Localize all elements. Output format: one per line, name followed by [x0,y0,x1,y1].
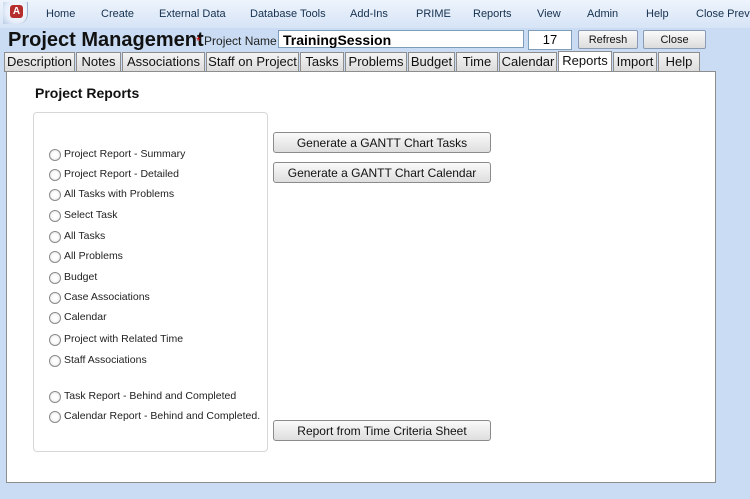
required-marker: * [196,34,201,48]
close-button[interactable]: Close [643,30,706,49]
office-button[interactable]: A [3,2,28,24]
tab-description[interactable]: Description [4,52,75,72]
radio-button[interactable] [49,312,61,324]
form-title: Project Management [8,29,204,51]
tab-tasks[interactable]: Tasks [300,52,344,72]
report-options-group: Project Report - Summary Project Report … [33,112,268,452]
gantt-calendar-button[interactable]: Generate a GANTT Chart Calendar [273,162,491,183]
project-id-field[interactable]: 17 [528,30,572,50]
tab-associations[interactable]: Associations [122,52,205,72]
gantt-tasks-button[interactable]: Generate a GANTT Chart Tasks [273,132,491,153]
menu-admin[interactable]: Admin [587,8,618,20]
menu-database-tools[interactable]: Database Tools [250,8,326,20]
ribbon-bar: A Home Create External Data Database Too… [0,0,750,29]
tab-import[interactable]: Import [613,52,657,72]
radio-button[interactable] [49,189,61,201]
radio-button[interactable] [49,292,61,304]
radio-button[interactable] [49,411,61,423]
project-name-field[interactable]: TrainingSession [278,30,524,48]
tab-notes[interactable]: Notes [76,52,121,72]
project-name-label: * Project Name [196,34,277,48]
access-logo-icon: A [10,5,23,18]
tab-reports[interactable]: Reports [558,51,612,72]
tab-help[interactable]: Help [658,52,700,72]
radio-button[interactable] [49,231,61,243]
time-criteria-report-button[interactable]: Report from Time Criteria Sheet [273,420,491,441]
menu-close-preview[interactable]: Close Previ [696,8,750,20]
reports-panel: Project Reports Project Report - Summary… [6,71,716,483]
radio-button[interactable] [49,272,61,284]
radio-button[interactable] [49,334,61,346]
tab-calendar[interactable]: Calendar [499,52,557,72]
menu-help[interactable]: Help [646,8,669,20]
tab-budget[interactable]: Budget [408,52,455,72]
menu-home[interactable]: Home [46,8,75,20]
menu-external-data[interactable]: External Data [159,8,226,20]
menu-create[interactable]: Create [101,8,134,20]
section-title: Project Reports [35,85,140,101]
tab-staff-on-project[interactable]: Staff on Project [206,52,299,72]
menu-reports[interactable]: Reports [473,8,512,20]
menu-prime[interactable]: PRIME [416,8,451,20]
radio-button[interactable] [49,149,61,161]
form-header: Project Management * Project Name Traini… [0,28,750,52]
tab-problems[interactable]: Problems [345,52,407,72]
radio-button[interactable] [49,169,61,181]
menu-add-ins[interactable]: Add-Ins [350,8,388,20]
radio-button[interactable] [49,210,61,222]
refresh-button[interactable]: Refresh [578,30,638,49]
radio-button[interactable] [49,391,61,403]
radio-button[interactable] [49,251,61,263]
radio-button[interactable] [49,355,61,367]
tab-time[interactable]: Time [456,52,498,72]
menu-view[interactable]: View [537,8,561,20]
project-name-label-text: Project Name [204,34,277,48]
